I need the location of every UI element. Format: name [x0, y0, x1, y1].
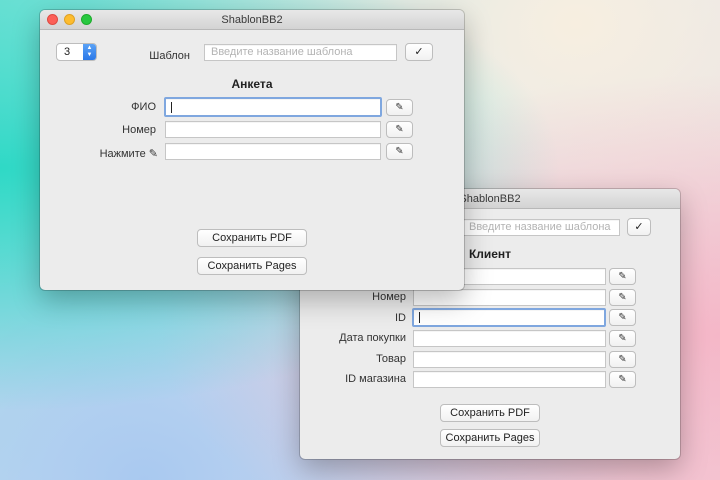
template-count-stepper[interactable]: 3 ▲ ▼: [56, 43, 97, 61]
back-confirm-template-button[interactable]: ✓: [627, 218, 651, 236]
back-field-2-label: ID: [395, 312, 406, 324]
pencil-icon: ✎: [395, 146, 404, 157]
back-field-1-label: Номер: [372, 291, 406, 303]
text-caret: [171, 102, 172, 113]
front-window: ShablonBB2 3 ▲ ▼ Шаблон Введите название …: [40, 10, 464, 290]
back-field-3-label: Дата покупки: [339, 332, 406, 344]
confirm-template-button[interactable]: ✓: [405, 43, 433, 61]
back-save-pdf-button[interactable]: Сохранить PDF: [440, 404, 540, 422]
back-field-5-edit-button[interactable]: ✎: [609, 371, 636, 388]
zoom-icon[interactable]: [81, 14, 92, 25]
pencil-icon: ✎: [395, 102, 404, 113]
back-field-0-edit-button[interactable]: ✎: [609, 268, 636, 285]
pencil-icon: ✎: [618, 374, 627, 385]
pencil-icon: ✎: [618, 312, 627, 323]
back-field-4-label: Товар: [376, 353, 406, 365]
back-field-5-input[interactable]: [413, 371, 606, 388]
back-field-5-label: ID магазина: [345, 373, 406, 385]
window-controls: [47, 14, 92, 25]
back-field-2-edit-button[interactable]: ✎: [609, 309, 636, 326]
stepper-value: 3: [64, 46, 71, 58]
back-field-4-input[interactable]: [413, 351, 606, 368]
text-caret: [419, 312, 420, 323]
field-2-label: Нажмите ✎: [99, 148, 158, 160]
save-pages-button[interactable]: Сохранить Pages: [197, 257, 307, 275]
back-field-3-input[interactable]: [413, 330, 606, 347]
pencil-icon: ✎: [395, 124, 404, 135]
checkmark-icon: ✓: [634, 221, 644, 233]
back-window-title: ShablonBB2: [459, 193, 521, 205]
close-icon[interactable]: [47, 14, 58, 25]
pencil-icon: ✎: [618, 292, 627, 303]
field-2-edit-button[interactable]: ✎: [386, 143, 413, 160]
template-name-input[interactable]: Введите название шаблона: [204, 44, 397, 61]
section-title: Анкета: [231, 77, 273, 91]
field-1-input[interactable]: [165, 121, 381, 138]
pencil-icon: ✎: [618, 271, 627, 282]
field-1-label: Номер: [122, 124, 156, 136]
field-1-edit-button[interactable]: ✎: [386, 121, 413, 138]
template-label: Шаблон: [149, 50, 190, 62]
checkmark-icon: ✓: [414, 46, 424, 58]
field-0-label: ФИО: [131, 101, 156, 113]
back-template-name-input[interactable]: Введите название шаблона: [462, 219, 620, 236]
field-2-input[interactable]: [165, 143, 381, 160]
back-field-1-input[interactable]: [413, 289, 606, 306]
back-field-2-input[interactable]: [412, 308, 606, 327]
pencil-icon: ✎: [618, 333, 627, 344]
pencil-icon: ✎: [618, 354, 627, 365]
field-0-edit-button[interactable]: ✎: [386, 99, 413, 116]
back-field-3-edit-button[interactable]: ✎: [609, 330, 636, 347]
back-field-4-edit-button[interactable]: ✎: [609, 351, 636, 368]
save-pdf-button[interactable]: Сохранить PDF: [197, 229, 307, 247]
chevron-up-down-icon[interactable]: ▲ ▼: [83, 44, 96, 60]
back-field-1-edit-button[interactable]: ✎: [609, 289, 636, 306]
field-0-input[interactable]: [164, 97, 382, 117]
front-window-titlebar[interactable]: ShablonBB2: [40, 10, 464, 30]
back-save-pages-button[interactable]: Сохранить Pages: [440, 429, 540, 447]
front-window-title: ShablonBB2: [221, 14, 283, 26]
minimize-icon[interactable]: [64, 14, 75, 25]
